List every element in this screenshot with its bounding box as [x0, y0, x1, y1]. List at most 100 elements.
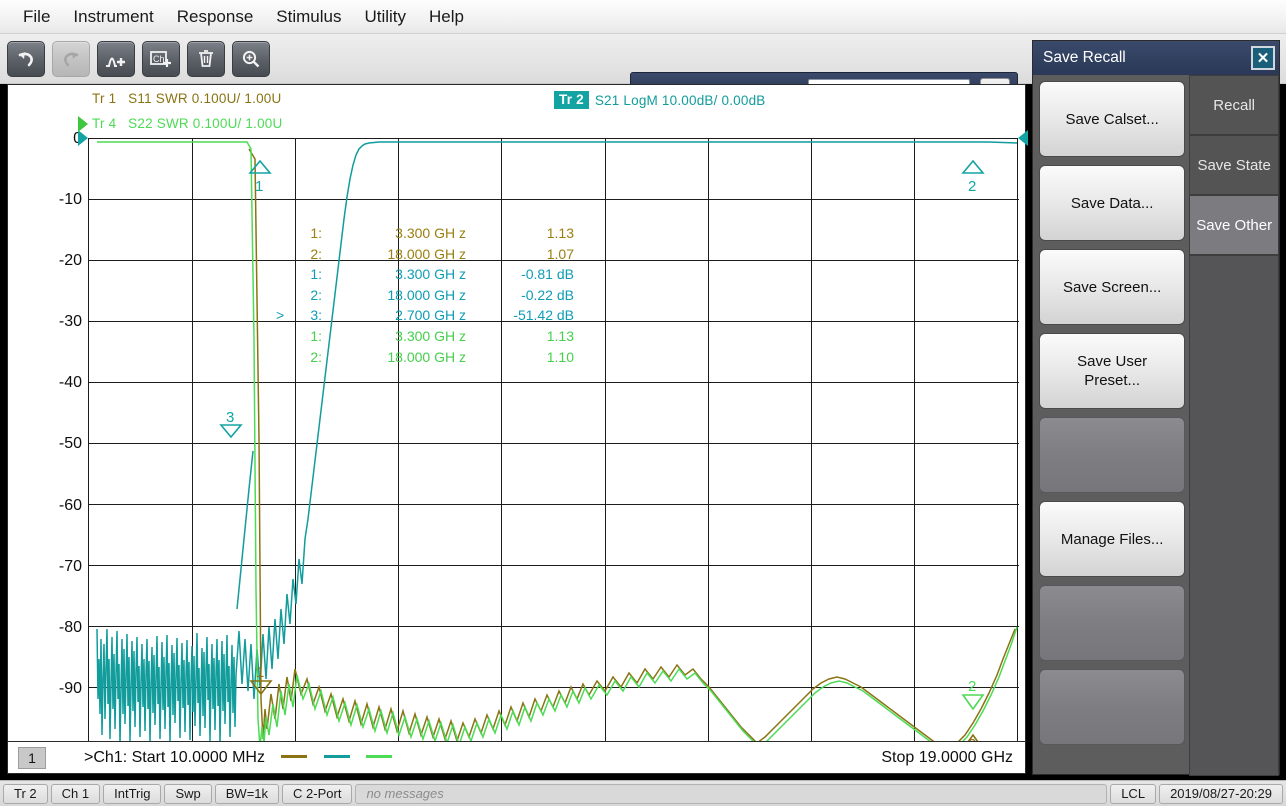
marker-2-green-label: 2 — [968, 678, 976, 695]
marker-3-teal-icon — [219, 424, 243, 439]
marker-value: 1.07 — [546, 245, 574, 262]
marker-row-active: > 3: 2.700 GH z -51.42 dB — [276, 305, 574, 326]
start-frequency-label[interactable]: >Ch1: Start 10.0000 MHz — [84, 749, 393, 767]
redo-arrow-icon — [60, 49, 82, 69]
channel-badge[interactable]: 1 — [18, 746, 46, 769]
undo-arrow-icon — [15, 49, 37, 69]
status-trigger-source[interactable]: IntTrig — [103, 783, 162, 804]
trash-icon — [196, 49, 216, 69]
marker-frequency: 18.000 GH z — [387, 245, 466, 262]
zoom-button[interactable] — [232, 40, 270, 77]
stimulus-footer: 1 >Ch1: Start 10.0000 MHz Stop 19.0000 G… — [8, 741, 1025, 773]
marker-value: -0.81 dB — [521, 266, 574, 283]
marker-index: 1: — [310, 327, 322, 344]
trace-label-tr4[interactable]: Tr 4 S22 SWR 0.100U/ 1.00U — [92, 116, 282, 131]
marker-index: 2: — [310, 348, 322, 365]
y-tick--10: -10 — [58, 191, 82, 208]
trace-label-tr2[interactable]: Tr 2 S21 LogM 10.00dB/ 0.00dB — [554, 91, 766, 109]
marker-active-prefix — [276, 264, 292, 285]
panel-button-empty-2 — [1039, 585, 1186, 661]
marker-active-prefix: > — [276, 307, 285, 324]
trace-plus-icon — [104, 49, 128, 69]
left-reference-arrow-green — [78, 116, 88, 132]
marker-1-teal-icon — [248, 159, 272, 174]
tab-blank — [1189, 255, 1279, 776]
marker-index: 1: — [310, 266, 322, 283]
marker-row: 1: 3.300 GH z 1.13 — [276, 326, 574, 347]
redo-button[interactable] — [52, 40, 90, 77]
add-trace-button[interactable] — [97, 40, 135, 77]
status-local-mode[interactable]: LCL — [1110, 783, 1157, 804]
menu-item-file[interactable]: File — [12, 5, 62, 29]
marker-2-teal-label: 2 — [968, 178, 976, 195]
tab-recall[interactable]: Recall — [1189, 75, 1279, 135]
marker-2-teal-icon — [961, 159, 985, 174]
menu-item-utility[interactable]: Utility — [353, 5, 418, 29]
y-tick--40: -40 — [58, 374, 82, 391]
save-recall-panel: Save Recall ✕ Save Calset... Save Data..… — [1032, 40, 1280, 776]
marker-active-prefix — [276, 347, 292, 368]
tab-save-other[interactable]: Save Other — [1189, 195, 1279, 255]
marker-1-olive-label: 1 — [256, 664, 264, 681]
undo-button[interactable] — [7, 40, 45, 77]
trace-display-area[interactable]: Tr 1 S11 SWR 0.100U/ 1.00U Tr 4 S22 SWR … — [7, 84, 1028, 774]
y-tick-0: 0 — [73, 130, 82, 147]
status-calibration[interactable]: C 2-Port — [282, 783, 353, 804]
marker-value: 1.13 — [546, 225, 574, 241]
legend-dash-tr2 — [323, 754, 350, 758]
y-axis-labels: 0 -10 -20 -30 -40 -50 -60 -70 -80 -90 -1… — [20, 130, 82, 758]
save-user-preset-button[interactable]: Save User Preset... — [1039, 333, 1186, 409]
menu-item-instrument[interactable]: Instrument — [62, 5, 165, 29]
marker-row: 2: 18.000 GH z 1.10 — [276, 347, 574, 368]
add-channel-button[interactable]: Ch — [142, 40, 180, 77]
y-tick--30: -30 — [58, 313, 82, 330]
trace-label-tr4-id: Tr 4 — [92, 116, 117, 131]
close-icon[interactable]: ✕ — [1251, 46, 1275, 70]
panel-button-column: Save Calset... Save Data... Save Screen.… — [1033, 75, 1186, 776]
trace-label-tr1[interactable]: Tr 1 S11 SWR 0.100U/ 1.00U — [92, 91, 281, 106]
marker-frequency: 3.300 GH z — [395, 266, 466, 283]
vna-application-window: File Instrument Response Stimulus Utilit… — [0, 0, 1286, 806]
trace-label-tr1-id: Tr 1 — [92, 91, 117, 106]
marker-row: 2: 18.000 GH z -0.22 dB — [276, 285, 574, 306]
trace-label-tr1-def: S11 SWR 0.100U/ 1.00U — [128, 91, 282, 106]
status-timestamp[interactable]: 2019/08/27-20:29 — [1159, 783, 1283, 804]
marker-frequency: 18.000 GH z — [387, 286, 466, 303]
marker-1-teal-label: 1 — [255, 178, 263, 195]
status-active-channel[interactable]: Ch 1 — [50, 783, 101, 804]
y-tick--50: -50 — [58, 435, 82, 452]
tab-save-state[interactable]: Save State — [1189, 135, 1279, 195]
stop-frequency-label[interactable]: Stop 19.0000 GHz — [881, 749, 1013, 767]
manage-files-button[interactable]: Manage Files... — [1039, 501, 1186, 577]
panel-button-empty-1 — [1039, 417, 1186, 493]
marker-index: 1: — [310, 225, 322, 241]
status-active-trace[interactable]: Tr 2 — [3, 783, 48, 804]
left-reference-arrow-teal — [78, 130, 88, 146]
panel-body: Save Calset... Save Data... Save Screen.… — [1033, 75, 1279, 776]
marker-active-prefix — [276, 244, 292, 265]
status-sweep-mode[interactable]: Swp — [164, 783, 212, 804]
status-bandwidth[interactable]: BW=1k — [214, 783, 280, 804]
save-screen-button[interactable]: Save Screen... — [1039, 249, 1186, 325]
marker-readout-table: 1: 3.300 GH z 1.13 2: 18.000 GH z 1.07 1… — [276, 223, 574, 367]
legend-dash-tr1 — [281, 754, 308, 758]
marker-frequency: 2.700 GH z — [395, 307, 466, 324]
marker-index: 2: — [310, 245, 322, 262]
marker-value: 1.10 — [546, 348, 574, 365]
menu-item-help[interactable]: Help — [418, 5, 476, 29]
marker-index: 2: — [310, 286, 322, 303]
delete-button[interactable] — [187, 40, 225, 77]
marker-3-teal-label: 3 — [226, 409, 234, 426]
y-tick--70: -70 — [58, 558, 82, 575]
save-calset-button[interactable]: Save Calset... — [1039, 81, 1186, 157]
save-data-button[interactable]: Save Data... — [1039, 165, 1186, 241]
marker-value: -51.42 dB — [513, 307, 574, 324]
right-reference-arrow-teal — [1018, 130, 1028, 146]
status-message: no messages — [355, 783, 1108, 804]
menu-item-response[interactable]: Response — [166, 5, 266, 29]
menu-item-stimulus[interactable]: Stimulus — [265, 5, 353, 29]
magnifier-plus-icon — [241, 49, 261, 69]
marker-active-prefix — [276, 285, 292, 306]
trace-label-tr2-id: Tr 2 — [554, 91, 589, 109]
trace-label-tr4-def: S22 SWR 0.100U/ 1.00U — [128, 116, 283, 131]
